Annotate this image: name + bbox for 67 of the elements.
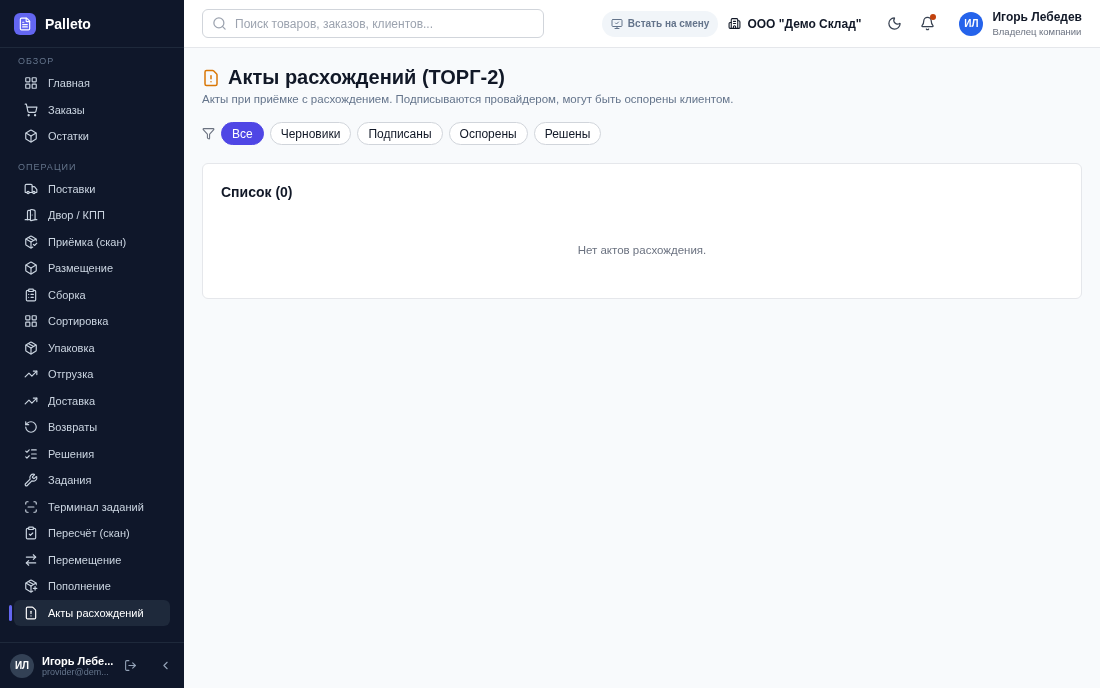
truck-icon	[24, 181, 38, 196]
logout-icon[interactable]	[122, 657, 139, 674]
shift-button[interactable]: Встать на смену	[601, 10, 719, 37]
monitor-icon	[610, 17, 623, 30]
building-icon	[728, 17, 742, 30]
nav-item[interactable]: Пополнение	[14, 573, 170, 600]
user-avatar[interactable]: ИЛ	[959, 11, 984, 36]
nav-item[interactable]: Решения	[14, 440, 170, 467]
filter-chip[interactable]: Подписаны	[357, 122, 443, 145]
filter-chip[interactable]: Оспорены	[448, 122, 528, 145]
company-name[interactable]: ООО "Демо Склад"	[747, 16, 862, 31]
door-icon	[24, 208, 38, 223]
filter-chip[interactable]: Решены	[533, 122, 602, 145]
page-subtitle: Акты при приёмке с расхождением. Подписываются провайдером, могут быть оспорены клиентом.	[202, 93, 735, 105]
nav-item[interactable]: Возвраты	[14, 414, 170, 441]
nav-item[interactable]: Поставки	[14, 175, 170, 202]
empty-message: Нет актов расхождения.	[576, 244, 708, 256]
active-indicator	[9, 604, 12, 621]
search-icon	[212, 16, 227, 31]
list-title: Список (0)	[221, 184, 294, 200]
nav-item[interactable]: Задания	[14, 467, 170, 494]
package-icon	[24, 234, 38, 249]
clipboard-check-icon	[24, 526, 38, 541]
user-avatar: ИЛ	[10, 653, 34, 678]
scan-icon	[24, 499, 38, 514]
user-role: Владелец компании	[992, 26, 1082, 37]
user-name: Игорь Лебедев	[992, 10, 1082, 24]
nav-item[interactable]: Отгрузка	[14, 361, 170, 388]
grid-icon	[24, 314, 38, 329]
file-warning-icon	[202, 68, 220, 87]
logo-icon	[14, 12, 36, 35]
nav-item[interactable]: Остатки	[14, 123, 170, 150]
brand-name: Palleto	[45, 15, 91, 32]
nav-item[interactable]: Двор / КПП	[14, 202, 170, 229]
user-name: Игорь Лебе...	[42, 654, 114, 667]
rotate-icon	[24, 420, 38, 435]
cube-icon	[24, 261, 38, 276]
file-warning-icon	[24, 605, 38, 620]
checklist-icon	[24, 446, 38, 461]
nav-item[interactable]: Перемещение	[14, 546, 170, 573]
package-plus-icon	[24, 579, 38, 594]
package-icon	[24, 340, 38, 355]
nav-item[interactable]: Размещение	[14, 255, 170, 282]
user-email: provider@dem...	[42, 666, 110, 677]
cart-icon	[24, 102, 38, 117]
notifications-icon[interactable]	[920, 16, 936, 31]
filter-icon	[202, 127, 215, 140]
search-field[interactable]: Поиск товаров, заказов, клиентов...	[202, 9, 544, 38]
nav-section-title: ОБЗОР	[17, 55, 56, 68]
nav-item[interactable]: Главная	[14, 70, 170, 97]
grid-icon	[24, 76, 38, 91]
filter-chip[interactable]: Все	[221, 122, 264, 145]
filter-chip[interactable]: Черновики	[269, 122, 352, 145]
nav-item[interactable]: Терминал заданий	[14, 493, 170, 520]
nav-section-title: ОПЕРАЦИИ	[17, 160, 78, 174]
nav-item[interactable]: Пересчёт (скан)	[14, 520, 170, 547]
cube-icon	[24, 129, 38, 144]
nav-item[interactable]: Сортировка	[14, 308, 170, 335]
page-title: Акты расхождений (ТОРГ-2)	[228, 66, 505, 89]
nav-item[interactable]: Доставка	[14, 387, 170, 414]
wrench-icon	[24, 473, 38, 488]
nav-item[interactable]: Заказы	[14, 96, 170, 123]
clipboard-icon	[24, 287, 38, 302]
nav-item[interactable]: Упаковка	[14, 334, 170, 361]
nav-item[interactable]: Приёмка (скан)	[14, 228, 170, 255]
nav-item[interactable]: Сборка	[14, 281, 170, 308]
swap-icon	[24, 552, 38, 567]
